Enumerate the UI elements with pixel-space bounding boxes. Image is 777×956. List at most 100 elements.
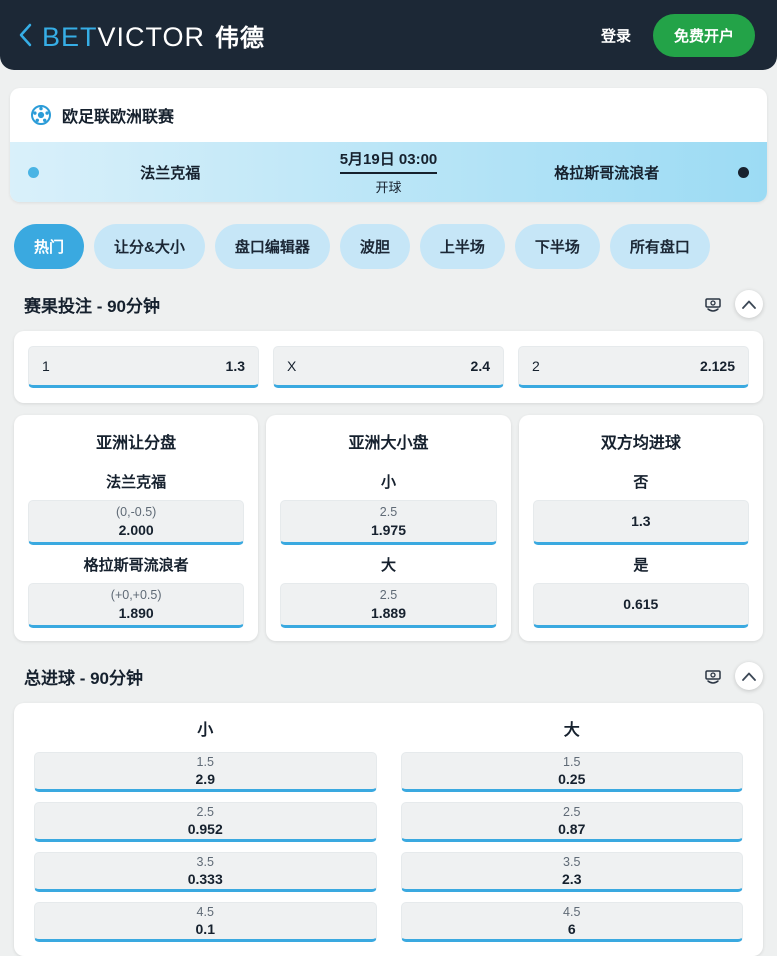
odds-button-draw[interactable]: X 2.4	[273, 346, 504, 388]
selection-label: X	[287, 358, 297, 374]
panel-asian-totals: 亚洲大小盘 小 2.5 1.975 大 2.5 1.889	[266, 415, 511, 641]
section-header-match-result: 赛果投注 - 90分钟	[24, 287, 763, 321]
soccer-ball-icon	[31, 105, 51, 125]
tab-hot[interactable]: 热门	[14, 224, 85, 269]
totals-line: 2.5	[563, 804, 581, 819]
odds-button-under-4-5[interactable]: 4.5 0.1	[34, 902, 377, 942]
back-button[interactable]	[16, 21, 34, 49]
totals-line: 2.5	[196, 804, 214, 819]
selection-odds: 1.975	[370, 521, 407, 538]
away-team-dot-icon	[738, 166, 749, 178]
login-link[interactable]: 登录	[601, 25, 631, 46]
match-row[interactable]: 法兰克福 5月19日 03:00 开球 格拉斯哥流浪者	[10, 142, 767, 202]
selection-odds: 2.9	[195, 771, 215, 788]
league-title: 欧足联欧洲联赛	[62, 109, 175, 126]
tab-bet-builder[interactable]: 盘口编辑器	[214, 224, 330, 269]
odds-button-handicap-away[interactable]: (+0,+0.5) 1.890	[28, 583, 245, 628]
selection-label: 1	[42, 358, 50, 374]
totals-line: 3.5	[196, 854, 214, 869]
odds-button-over-3-5[interactable]: 3.5 2.3	[400, 852, 743, 892]
cash-out-icon	[705, 670, 721, 684]
odds-button-over-2-5[interactable]: 2.5 0.87	[400, 802, 743, 842]
totals-line: 3.5	[563, 854, 581, 869]
selection-name: 格拉斯哥流浪者	[83, 557, 189, 574]
tab-second-half[interactable]: 下半场	[514, 224, 600, 269]
home-team-dot-icon	[28, 166, 39, 178]
totals-line: 2.5	[379, 505, 398, 520]
totals-line: 4.5	[196, 904, 214, 919]
odds-button-handicap-home[interactable]: (0,-0.5) 2.000	[28, 500, 245, 545]
selection-odds: 2.125	[699, 358, 735, 374]
selection-odds: 0.615	[623, 596, 659, 613]
totals-line: 1.5	[196, 754, 214, 769]
selection-odds: 1.3	[225, 358, 245, 374]
column-header: 小	[197, 722, 214, 739]
odds-button-home[interactable]: 1 1.3	[28, 346, 259, 388]
logo-victor: VICTOR	[97, 21, 206, 52]
league-header: 欧足联欧洲联赛	[10, 88, 767, 142]
panel-title: 双方均进球	[600, 435, 681, 452]
odds-button-over[interactable]: 2.5 1.889	[280, 583, 497, 628]
totals-under-column: 小 1.5 2.9 2.5 0.952 3.5 0.333 4.5 0.1	[34, 716, 377, 942]
match-result-card: 1 1.3 X 2.4 2 2.125	[14, 331, 763, 403]
totals-over-column: 大 1.5 0.25 2.5 0.87 3.5 2.3 4.5 6	[400, 716, 743, 942]
odds-button-under-3-5[interactable]: 3.5 0.333	[34, 852, 377, 892]
odds-button-away[interactable]: 2 2.125	[518, 346, 749, 388]
collapse-section-button[interactable]	[735, 290, 763, 318]
odds-button-btts-yes[interactable]: 0.615	[532, 583, 749, 628]
match-card: 欧足联欧洲联赛 法兰克福 5月19日 03:00 开球 格拉斯哥流浪者	[10, 88, 767, 202]
selection-odds: 1.3	[631, 513, 651, 530]
cash-out-icon	[705, 298, 721, 312]
total-goals-card: 小 1.5 2.9 2.5 0.952 3.5 0.333 4.5 0.1 大 …	[14, 703, 763, 956]
selection-odds: 1.889	[370, 604, 407, 621]
section-icons	[703, 662, 763, 690]
section-icons	[703, 290, 763, 318]
odds-button-under[interactable]: 2.5 1.975	[280, 500, 497, 545]
section-header-total-goals: 总进球 - 90分钟	[24, 659, 763, 693]
app-header: BET VICTOR 伟德 登录 免费开户	[0, 0, 777, 70]
handicap-line: (+0,+0.5)	[110, 588, 162, 603]
panel-title: 亚洲让分盘	[96, 435, 177, 452]
totals-line: 4.5	[563, 904, 581, 919]
back-chevron-icon	[19, 23, 32, 47]
selection-odds: 1.890	[118, 604, 154, 621]
signup-button[interactable]: 免费开户	[652, 13, 755, 57]
collapse-section-button[interactable]	[735, 662, 763, 690]
odds-button-btts-no[interactable]: 1.3	[532, 500, 749, 545]
tab-correct-score[interactable]: 波胆	[339, 224, 410, 269]
selection-odds: 2.000	[118, 521, 154, 538]
panel-both-teams-to-score: 双方均进球 否 1.3 是 0.615	[518, 415, 763, 641]
selection-odds: 0.1	[195, 921, 215, 938]
selection-odds: 6	[567, 921, 576, 938]
selection-label: 2	[532, 358, 540, 374]
odds-button-over-1-5[interactable]: 1.5 0.25	[400, 752, 743, 792]
tab-first-half[interactable]: 上半场	[419, 224, 505, 269]
selection-name: 小	[380, 474, 396, 491]
selection-name: 否	[633, 474, 649, 491]
odds-button-under-1-5[interactable]: 1.5 2.9	[34, 752, 377, 792]
selection-name: 是	[633, 557, 649, 574]
tab-handicap-totals[interactable]: 让分&大小	[94, 224, 205, 269]
odds-button-over-4-5[interactable]: 4.5 6	[400, 902, 743, 942]
header-actions: 登录 免费开户	[601, 13, 755, 57]
selection-odds: 0.25	[558, 771, 586, 788]
totals-line: 1.5	[563, 754, 581, 769]
odds-button-under-2-5[interactable]: 2.5 0.952	[34, 802, 377, 842]
panel-title: 亚洲大小盘	[348, 435, 429, 452]
brand-logo: BET VICTOR 伟德	[42, 18, 265, 53]
chevron-up-icon	[742, 672, 756, 681]
selection-name: 法兰克福	[106, 474, 167, 491]
logo-chinese: 伟德	[215, 24, 266, 52]
away-team-name: 格拉斯哥流浪者	[554, 164, 660, 182]
market-tabs: 热门 让分&大小 盘口编辑器 波胆 上半场 下半场 所有盘口	[14, 224, 763, 269]
home-team-name: 法兰克福	[140, 164, 201, 182]
tab-all-markets[interactable]: 所有盘口	[609, 224, 710, 269]
selection-odds: 2.3	[562, 871, 582, 888]
handicap-line: (0,-0.5)	[116, 505, 157, 520]
section-title: 总进球 - 90分钟	[24, 668, 144, 688]
panel-asian-handicap: 亚洲让分盘 法兰克福 (0,-0.5) 2.000 格拉斯哥流浪者 (+0,+0…	[14, 415, 259, 641]
totals-line: 2.5	[379, 588, 398, 603]
chevron-up-icon	[742, 300, 756, 309]
selection-odds: 0.333	[187, 871, 223, 888]
kickoff-status: 开球	[375, 180, 402, 195]
